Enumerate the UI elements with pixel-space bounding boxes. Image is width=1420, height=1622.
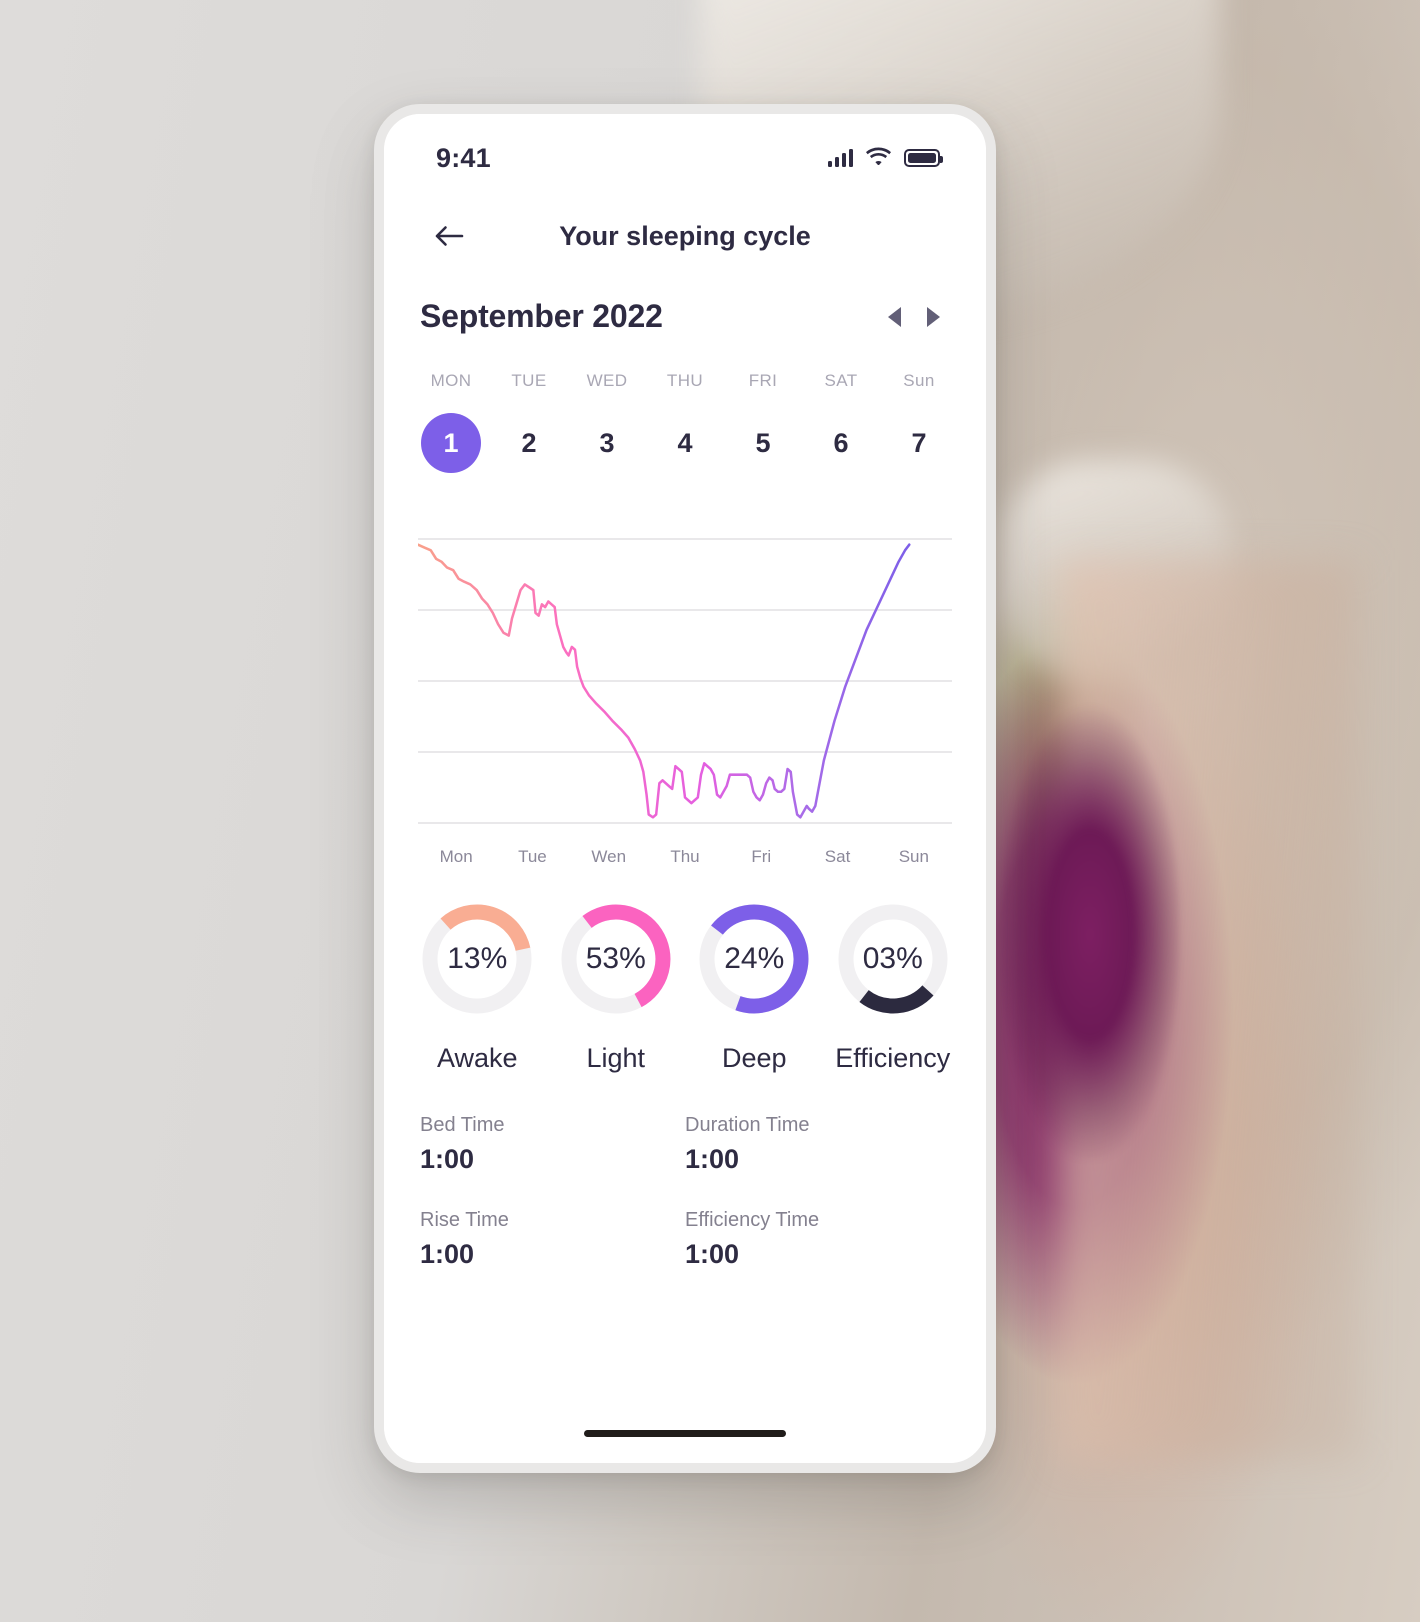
- weekday-header: TUE: [511, 371, 547, 390]
- stat-efficiency-time: Efficiency Time 1:00: [685, 1209, 950, 1270]
- stat-value: 1:00: [685, 1239, 740, 1269]
- donut-chart-efficiency: 03%: [831, 897, 955, 1021]
- month-arrows: [888, 306, 950, 327]
- stat-rise-time: Rise Time 1:00: [420, 1209, 685, 1270]
- x-tick-label: Fri: [751, 847, 772, 866]
- x-tick-label: Sat: [824, 847, 851, 866]
- weekday-header: WED: [586, 371, 628, 390]
- sleep-chart: [384, 473, 986, 831]
- metric-deep[interactable]: 24% Deep: [685, 897, 824, 1074]
- x-tick-label: Thu: [670, 847, 700, 866]
- date-cell: 4: [646, 413, 724, 473]
- date-cell: 7: [880, 413, 958, 473]
- sleep-stats: Bed Time 1:00 Duration Time 1:00 Rise Ti…: [384, 1074, 986, 1270]
- stat-label: Duration Time: [685, 1114, 810, 1136]
- chevron-right-icon[interactable]: [927, 306, 940, 327]
- wifi-icon: [866, 146, 891, 170]
- weekday-header: THU: [666, 371, 704, 390]
- weekday-header: FRI: [748, 371, 778, 390]
- metric-label: Awake: [436, 1043, 518, 1073]
- date-cell: 3: [568, 413, 646, 473]
- date-button-6[interactable]: 6: [811, 413, 871, 473]
- metric-value: 24%: [724, 942, 785, 975]
- date-cell: 1: [412, 413, 490, 473]
- sleep-chart-svg: [418, 538, 952, 824]
- x-tick-label: Wen: [591, 847, 627, 866]
- month-selector: September 2022: [384, 284, 986, 335]
- metric-value: 13%: [447, 942, 508, 975]
- x-tick-label: Mon: [439, 847, 473, 866]
- stat-value: 1:00: [420, 1144, 475, 1174]
- stat-duration-time: Duration Time 1:00: [685, 1114, 950, 1175]
- donut-chart-deep: 24%: [692, 897, 816, 1021]
- month-label: September 2022: [420, 298, 663, 334]
- date-cell: 2: [490, 413, 568, 473]
- weekday-header: SAT: [824, 371, 858, 390]
- battery-full-icon: [904, 149, 943, 167]
- metric-awake[interactable]: 13% Awake: [408, 897, 547, 1074]
- chart-gridlines: [418, 538, 952, 824]
- stat-bed-time: Bed Time 1:00: [420, 1114, 685, 1175]
- cellular-signal-icon: [827, 149, 853, 167]
- page-title: Your sleeping cycle: [559, 220, 811, 251]
- stat-label: Bed Time: [420, 1114, 505, 1136]
- metric-value: 53%: [585, 942, 646, 975]
- metric-efficiency[interactable]: 03% Efficiency: [824, 897, 963, 1074]
- phone-screen: 9:41 Your sleeping cycle September 2022 …: [384, 114, 986, 1463]
- x-tick-label: Tue: [518, 847, 547, 866]
- status-bar: 9:41: [384, 114, 986, 188]
- donut-chart-awake: 13%: [415, 897, 539, 1021]
- phone-frame: 9:41 Your sleeping cycle September 2022 …: [374, 104, 996, 1473]
- home-indicator[interactable]: [584, 1430, 786, 1437]
- metric-light[interactable]: 53% Light: [547, 897, 686, 1074]
- x-tick-label: Sun: [898, 847, 929, 866]
- date-cell: 6: [802, 413, 880, 473]
- stat-label: Rise Time: [420, 1209, 509, 1231]
- date-button-7[interactable]: 7: [889, 413, 949, 473]
- metric-label: Deep: [721, 1043, 787, 1073]
- back-arrow-icon[interactable]: [428, 215, 470, 257]
- weekday-header: Sun: [903, 371, 935, 390]
- metric-label: Light: [586, 1043, 646, 1073]
- chevron-left-icon[interactable]: [888, 306, 901, 327]
- flower: [1000, 690, 1180, 1160]
- stat-value: 1:00: [420, 1239, 475, 1269]
- nav-bar: Your sleeping cycle: [384, 188, 986, 284]
- date-button-5[interactable]: 5: [733, 413, 793, 473]
- donut-chart-light: 53%: [554, 897, 678, 1021]
- date-button-4[interactable]: 4: [655, 413, 715, 473]
- metric-label: Efficiency: [835, 1043, 951, 1073]
- chart-x-axis-labels: Mon Tue Wen Thu Fri Sat Sun: [384, 831, 986, 867]
- date-button-2[interactable]: 2: [499, 413, 559, 473]
- metric-value: 03%: [862, 942, 923, 975]
- weekday-header: MON: [430, 371, 472, 390]
- date-cell: 5: [724, 413, 802, 473]
- sleep-metrics-row: 13% Awake 53% Light 24% Deep 03% Efficie…: [384, 867, 986, 1074]
- weekday-header-row: MON TUE WED THU FRI SAT Sun: [384, 335, 986, 391]
- date-row: 1 2 3 4 5 6 7: [384, 391, 986, 473]
- stat-label: Efficiency Time: [685, 1209, 820, 1231]
- status-time: 9:41: [436, 142, 491, 173]
- stat-value: 1:00: [685, 1144, 740, 1174]
- date-button-1[interactable]: 1: [421, 413, 481, 473]
- status-icons: [827, 146, 943, 170]
- date-button-3[interactable]: 3: [577, 413, 637, 473]
